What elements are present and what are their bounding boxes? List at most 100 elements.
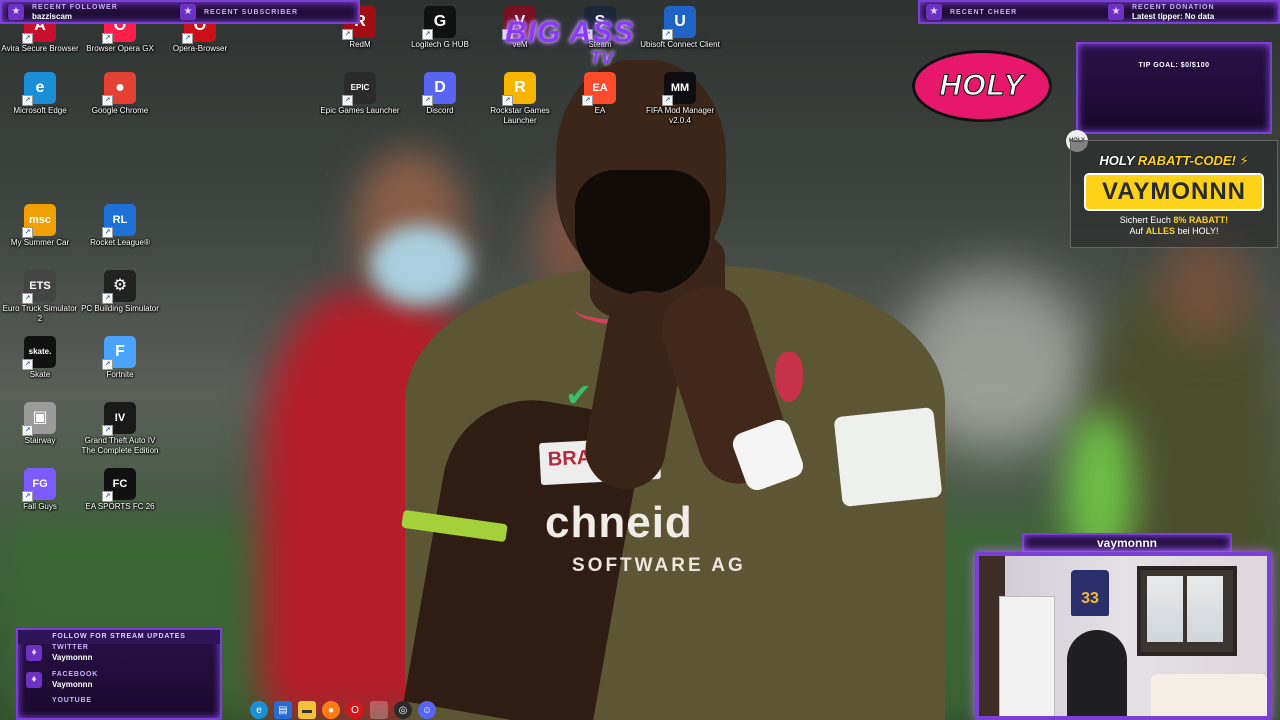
desktop-icon-label: PC Building Simulator: [81, 304, 159, 313]
firefox-icon[interactable]: ●: [322, 701, 340, 719]
recent-donation-value: Latest tipper: No data: [1132, 12, 1215, 21]
shortcut-arrow-icon: ↗: [102, 425, 113, 436]
desktop-icon-discord[interactable]: D ↗ Discord: [400, 72, 480, 116]
desktop-icon-ea-sports-fc-26[interactable]: FC ↗ EA SPORTS FC 26: [80, 468, 160, 512]
follow-row-twitter: ♦ TWITTER Vaymonnn: [18, 643, 220, 662]
app-icon: MM ↗: [662, 72, 696, 106]
desktop-icon-fortnite[interactable]: F ↗ Fortnite: [80, 336, 160, 380]
app-icon: G ↗: [422, 6, 456, 40]
desktop-icon-label: Browser Opera GX: [86, 44, 154, 53]
shortcut-arrow-icon: ↗: [22, 95, 33, 106]
stream-brand-logo: BIG ASS: [505, 16, 635, 49]
desktop-icon-label: Discord: [426, 106, 454, 115]
holy-code-title-brand: HOLY: [1099, 153, 1135, 168]
app-icon: EPIC ↗: [342, 72, 376, 106]
desktop-icon-label: Opera-Browser: [172, 44, 228, 53]
shortcut-arrow-icon: ↗: [22, 227, 33, 238]
desktop-icon-pc-building-simulator[interactable]: ⚙ ↗ PC Building Simulator: [80, 270, 160, 314]
shortcut-arrow-icon: ↗: [582, 95, 593, 106]
holy-sub-line2c: bei HOLY!: [1177, 226, 1219, 236]
follow-label: TWITTER: [52, 643, 89, 651]
desktop-icon-label: Avira Secure Browser: [1, 44, 79, 53]
desktop-icon-fall-guys[interactable]: FG ↗ Fall Guys: [0, 468, 80, 512]
follow-row-youtube: YOUTUBE: [18, 692, 220, 709]
shortcut-arrow-icon: ↗: [422, 95, 433, 106]
desktop-icon-label: Google Chrome: [91, 106, 149, 115]
wallpaper-background-head-right: [1160, 235, 1250, 345]
shortcut-arrow-icon: ↗: [182, 33, 193, 44]
desktop-icon-label: Fall Guys: [23, 502, 57, 511]
taskbar: e ▤ ▬ ● O ◎ ☺: [244, 700, 450, 720]
desktop-icon-label: Rockstar Games Launcher: [490, 106, 550, 125]
recent-cheer-label: RECENT CHEER: [950, 8, 1018, 16]
desktop-icon-microsoft-edge[interactable]: e ↗ Microsoft Edge: [0, 72, 80, 116]
wallpaper-captain-armband: [833, 407, 943, 507]
overlay-recent-cheer-donation-bar: ★ RECENT CHEER ★ RECENT DONATION Latest …: [918, 0, 1280, 24]
active-app-icon[interactable]: [370, 701, 388, 719]
webcam-room-window: [1137, 566, 1237, 656]
discord-icon[interactable]: ☺: [418, 701, 436, 719]
recent-follower-value: bazziscam: [32, 12, 73, 21]
holy-discount-subtext: Sichert Euch 8% RABATT! Auf ALLES bei HO…: [1071, 215, 1277, 237]
desktop-icon-epic-games-launcher[interactable]: EPIC ↗ Epic Games Launcher: [320, 72, 400, 116]
desktop-icon-skate[interactable]: skate. ↗ Skate: [0, 336, 80, 380]
desktop-icon-ubisoft-connect-client[interactable]: U ↗ Ubisoft Connect Client: [640, 6, 720, 50]
desktop-icon-label: Euro Truck Simulator 2: [2, 304, 78, 323]
explorer-icon[interactable]: ▬: [298, 701, 316, 719]
app-icon: skate. ↗: [22, 336, 56, 370]
follow-row-facebook: ♦ FACEBOOK Vaymonnn: [18, 670, 220, 689]
shortcut-arrow-icon: ↗: [422, 29, 433, 40]
webcam-streamer-name: vaymonnn: [1096, 536, 1157, 550]
desktop-icon-logitech-g-hub[interactable]: G ↗ Logitech G HUB: [400, 6, 480, 50]
twitter-icon: ♦: [26, 644, 42, 661]
app-icon: IV ↗: [102, 402, 136, 436]
donation-icon: ★: [1108, 4, 1124, 20]
overlay-follow-panel: FOLLOW FOR STREAM UPDATES ♦ TWITTER Vaym…: [16, 628, 222, 720]
shortcut-arrow-icon: ↗: [662, 95, 673, 106]
shortcut-arrow-icon: ↗: [342, 95, 353, 106]
desktop-icon-grand-theft-auto-iv-the-complete-edition[interactable]: IV ↗ Grand Theft Auto IV The Complete Edit…: [80, 402, 160, 456]
lightning-icon: ⚡: [1239, 153, 1249, 168]
tip-goal-text: TIP GOAL: $0/$100: [1138, 62, 1210, 69]
overlay-tip-goal: TIP GOAL: $0/$100: [1076, 42, 1272, 134]
app-icon: ⚙ ↗: [102, 270, 136, 304]
app-icon: ETS ↗: [22, 270, 56, 304]
webcam-gaming-chair: [1067, 630, 1127, 716]
desktop-icon-ea[interactable]: EA ↗ EA: [560, 72, 640, 116]
shortcut-arrow-icon: ↗: [662, 29, 673, 40]
desktop-icon-rockstar-games-launcher[interactable]: R ↗ Rockstar Games Launcher: [480, 72, 560, 126]
app-icon: e ↗: [22, 72, 56, 106]
shortcut-arrow-icon: ↗: [102, 293, 113, 304]
wallpaper-kit-logo: ✔: [565, 377, 592, 413]
desktop-icon-google-chrome[interactable]: ● ↗ Google Chrome: [80, 72, 160, 116]
subscriber-icon: ★: [180, 4, 196, 20]
holy-sub-line1b: 8% RABATT!: [1173, 215, 1229, 225]
desktop-icon-my-summer-car[interactable]: msc ↗ My Summer Car: [0, 204, 80, 248]
desktop-icon-rocket-league[interactable]: RL ↗ Rocket League®: [80, 204, 160, 248]
wallpaper-club-crest: [775, 352, 803, 402]
desktop-icon-fifa-mod-manager-v2-0-4[interactable]: MM ↗ FIFA Mod Manager v2.0.4: [640, 72, 720, 126]
opera-icon[interactable]: O: [346, 701, 364, 719]
holy-logo-text: HOLY: [939, 69, 1025, 103]
follow-label: FACEBOOK: [52, 670, 99, 678]
app-icon: U ↗: [662, 6, 696, 40]
desktop-icon-label: Stairway: [24, 436, 56, 445]
holy-code-title-text: RABATT-CODE!: [1137, 153, 1236, 168]
webcam-frame: 33: [975, 552, 1271, 720]
shortcut-arrow-icon: ↗: [22, 425, 33, 436]
desktop-icon-stairway[interactable]: ▣ ↗ Stairway: [0, 402, 80, 446]
recent-subscriber-label: RECENT SUBSCRIBER: [204, 8, 299, 16]
shortcut-arrow-icon: ↗: [102, 33, 113, 44]
webcam-window-pane: [1147, 576, 1183, 642]
store-icon[interactable]: ▤: [274, 701, 292, 719]
desktop-icon-label: My Summer Car: [10, 238, 70, 247]
follow-value: Vaymonnn: [52, 679, 93, 689]
obs-icon[interactable]: ◎: [394, 701, 412, 719]
webcam-framed-jersey: 33: [1071, 570, 1109, 616]
edge-icon[interactable]: e: [250, 701, 268, 719]
webcam-window-pane: [1187, 576, 1223, 642]
holy-sponsor-logo: HOLY: [912, 50, 1052, 122]
desktop-icon-euro-truck-simulator-2[interactable]: ETS ↗ Euro Truck Simulator 2: [0, 270, 80, 324]
follow-value: Vaymonnn: [52, 652, 93, 662]
follow-label: YOUTUBE: [52, 697, 92, 704]
